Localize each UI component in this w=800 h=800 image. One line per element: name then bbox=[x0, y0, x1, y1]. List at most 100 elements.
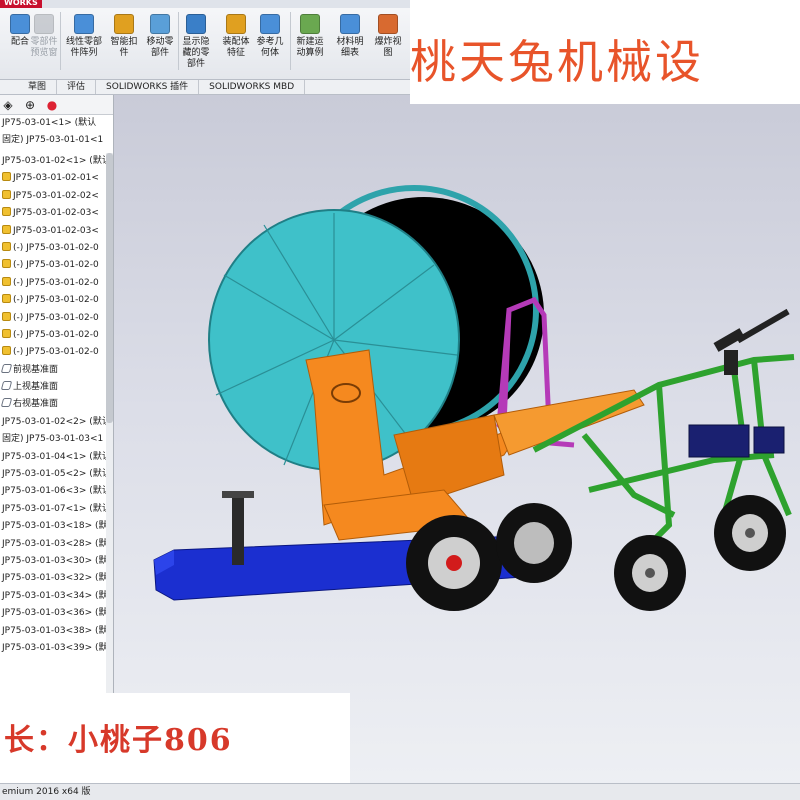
tool-label: 显示隐 藏的零 部件 bbox=[182, 37, 210, 69]
main-wheel-left bbox=[406, 515, 502, 611]
tree-fixed-item[interactable]: 固定) JP75-03-01-01<1 bbox=[0, 132, 113, 149]
part-icon bbox=[2, 189, 11, 199]
tree-item-label: 右视基准面 bbox=[13, 399, 59, 410]
tree-item[interactable]: JP75-03-01-03<39> (默 bbox=[0, 640, 113, 657]
dimxpert-icon[interactable]: ⊕ bbox=[22, 97, 38, 113]
tool-icon bbox=[340, 14, 360, 34]
tool-icon bbox=[150, 14, 170, 34]
plane-icon bbox=[0, 363, 13, 373]
tree-item-label: JP75-03-01-03<30> (默 bbox=[2, 555, 108, 566]
tree-item[interactable]: JP75-03-01-03<18> (默 bbox=[0, 518, 113, 535]
ribbon-tool-button[interactable]: 显示隐 藏的零 部件 bbox=[176, 14, 216, 70]
tree-item-label: JP75-03-01-04<1> (默认 bbox=[2, 451, 111, 462]
tree-item[interactable]: JP75-03-01-07<1> (默认 bbox=[0, 501, 113, 518]
part-icon bbox=[2, 259, 11, 269]
tree-item[interactable]: JP75-03-01-04<1> (默认 bbox=[0, 449, 113, 466]
part-icon bbox=[2, 346, 11, 356]
tree-item[interactable]: 右视基准面 bbox=[0, 396, 113, 413]
tree-item[interactable]: (-) JP75-03-01-02-0 bbox=[0, 327, 113, 344]
tree-item-label: JP75-03-01-05<2> (默认 bbox=[2, 469, 111, 480]
tool-label: 移动零 部件 bbox=[146, 37, 174, 58]
tree-item[interactable]: JP75-03-01-03<32> (默 bbox=[0, 570, 113, 587]
tree-item-label: JP75-03-01-02-01< bbox=[13, 173, 99, 184]
tree-item-label: (-) JP75-03-01-02-0 bbox=[13, 312, 99, 323]
tool-label: 爆炸视 图 bbox=[374, 37, 402, 58]
tree-scrollbar[interactable] bbox=[106, 153, 113, 693]
tree-item[interactable]: JP75-03-01-03<30> (默 bbox=[0, 553, 113, 570]
tree-item-label: JP75-03-01-03<18> (默 bbox=[2, 521, 108, 532]
ribbon-tool-button[interactable]: 移动零 部件 bbox=[140, 14, 180, 70]
watermark-title-box: 桃天兔机械设 bbox=[410, 0, 800, 104]
ribbon-separator bbox=[60, 12, 61, 70]
part-icon bbox=[2, 328, 11, 338]
tree-item-label: JP75-03-01-02-02< bbox=[13, 190, 99, 201]
part-icon bbox=[2, 241, 11, 251]
tree-toolbar: ◈ ⊕ ● bbox=[0, 95, 113, 115]
ribbon-tool-button[interactable]: 智能扣 件 bbox=[104, 14, 144, 70]
tree-item[interactable]: JP75-03-01-03<28> (默 bbox=[0, 536, 113, 553]
part-icon bbox=[2, 172, 11, 182]
tree-item-label: JP75-03-01-07<1> (默认 bbox=[2, 503, 111, 514]
main-wheel-right bbox=[496, 503, 572, 583]
tree-item[interactable]: 上视基准面 bbox=[0, 379, 113, 396]
tree-item-label: 前视基准面 bbox=[13, 364, 59, 375]
tree-item-label: JP75-03-01-03<34> (默 bbox=[2, 590, 108, 601]
ribbon-separator bbox=[290, 12, 291, 70]
tree-item[interactable]: 前视基准面 bbox=[0, 362, 113, 379]
tool-icon bbox=[300, 14, 320, 34]
command-tab[interactable]: SOLIDWORKS MBD bbox=[199, 80, 306, 94]
status-bar: emium 2016 x64 版 bbox=[0, 783, 800, 800]
ribbon-tool-button[interactable]: 零部件 预览窗 bbox=[24, 14, 64, 70]
tree-root-item[interactable]: JP75-03-01<1> (默认 bbox=[0, 115, 113, 132]
display-manager-icon[interactable]: ● bbox=[44, 97, 60, 113]
control-box bbox=[688, 424, 750, 458]
tree-item-label: JP75-03-01-02-03< bbox=[13, 208, 99, 219]
tree-item[interactable]: (-) JP75-03-01-02-0 bbox=[0, 292, 113, 309]
ribbon-tool-button[interactable]: 材料明 细表 bbox=[330, 14, 370, 70]
ribbon-tool-button[interactable]: 新建运 动算例 bbox=[290, 14, 330, 70]
tool-icon bbox=[186, 14, 206, 34]
tree-item-label: JP75-03-01-02<1> (默认 bbox=[2, 156, 111, 166]
tree-item-label: JP75-03-01-03<32> (默 bbox=[2, 573, 108, 584]
tree-item[interactable]: JP75-03-01-03<36> (默 bbox=[0, 605, 113, 622]
ribbon-separator bbox=[178, 12, 179, 70]
tree-item[interactable]: JP75-03-01-02-03< bbox=[0, 205, 113, 222]
plane-icon bbox=[0, 398, 13, 408]
command-tab[interactable]: 草图 bbox=[18, 80, 58, 94]
tree-item[interactable]: JP75-03-01-02-03< bbox=[0, 223, 113, 240]
tree-item-label: 固定) JP75-03-01-03<1 bbox=[2, 434, 104, 445]
tree-item[interactable]: JP75-03-01-03<34> (默 bbox=[0, 588, 113, 605]
config-manager-icon[interactable]: ◈ bbox=[0, 97, 16, 113]
part-icon bbox=[2, 207, 11, 217]
watermark-title: 桃天兔机械设 bbox=[410, 35, 704, 89]
ribbon-tool-button[interactable]: 爆炸视 图 bbox=[368, 14, 408, 70]
tree-item-label: (-) JP75-03-01-02-0 bbox=[13, 242, 99, 253]
tree-item[interactable]: (-) JP75-03-01-02-0 bbox=[0, 275, 113, 292]
tree-item-label: (-) JP75-03-01-02-0 bbox=[13, 295, 99, 306]
part-icon bbox=[2, 276, 11, 286]
tree-item[interactable]: JP75-03-01-05<2> (默认 bbox=[0, 466, 113, 483]
tree-item[interactable]: (-) JP75-03-01-02-0 bbox=[0, 240, 113, 257]
tree-item[interactable]: JP75-03-01-02<2> (默认 bbox=[0, 414, 113, 431]
ribbon-tool-button[interactable]: 参考几 何体 bbox=[250, 14, 290, 70]
tree-item-label: (-) JP75-03-01-02-0 bbox=[13, 260, 99, 271]
tree-item[interactable]: (-) JP75-03-01-02-0 bbox=[0, 344, 113, 361]
tree-item[interactable]: (-) JP75-03-01-02-0 bbox=[0, 257, 113, 274]
command-tab[interactable]: SOLIDWORKS 插件 bbox=[96, 80, 200, 94]
command-tab[interactable]: 评估 bbox=[57, 80, 97, 94]
tree-item[interactable]: JP75-03-01-02-02< bbox=[0, 188, 113, 205]
tool-label: 材料明 细表 bbox=[336, 37, 364, 58]
ribbon-tool-button[interactable]: 线性零部 件阵列 bbox=[64, 14, 104, 70]
part-icon bbox=[2, 224, 11, 234]
tree-item[interactable]: JP75-03-01-02<1> (默认 bbox=[0, 153, 113, 170]
tree-item[interactable]: (-) JP75-03-01-02-0 bbox=[0, 310, 113, 327]
tree-item[interactable]: JP75-03-01-03<38> (默 bbox=[0, 623, 113, 640]
jack-stand bbox=[232, 495, 244, 565]
tool-label: 新建运 动算例 bbox=[296, 37, 324, 58]
tree-item[interactable]: 固定) JP75-03-01-03<1 bbox=[0, 431, 113, 448]
tree-item[interactable]: JP75-03-01-02-01< bbox=[0, 170, 113, 187]
tool-icon bbox=[34, 14, 54, 34]
tool-icon bbox=[226, 14, 246, 34]
tree-item-label: (-) JP75-03-01-02-0 bbox=[13, 329, 99, 340]
tree-item[interactable]: JP75-03-01-06<3> (默认 bbox=[0, 483, 113, 500]
